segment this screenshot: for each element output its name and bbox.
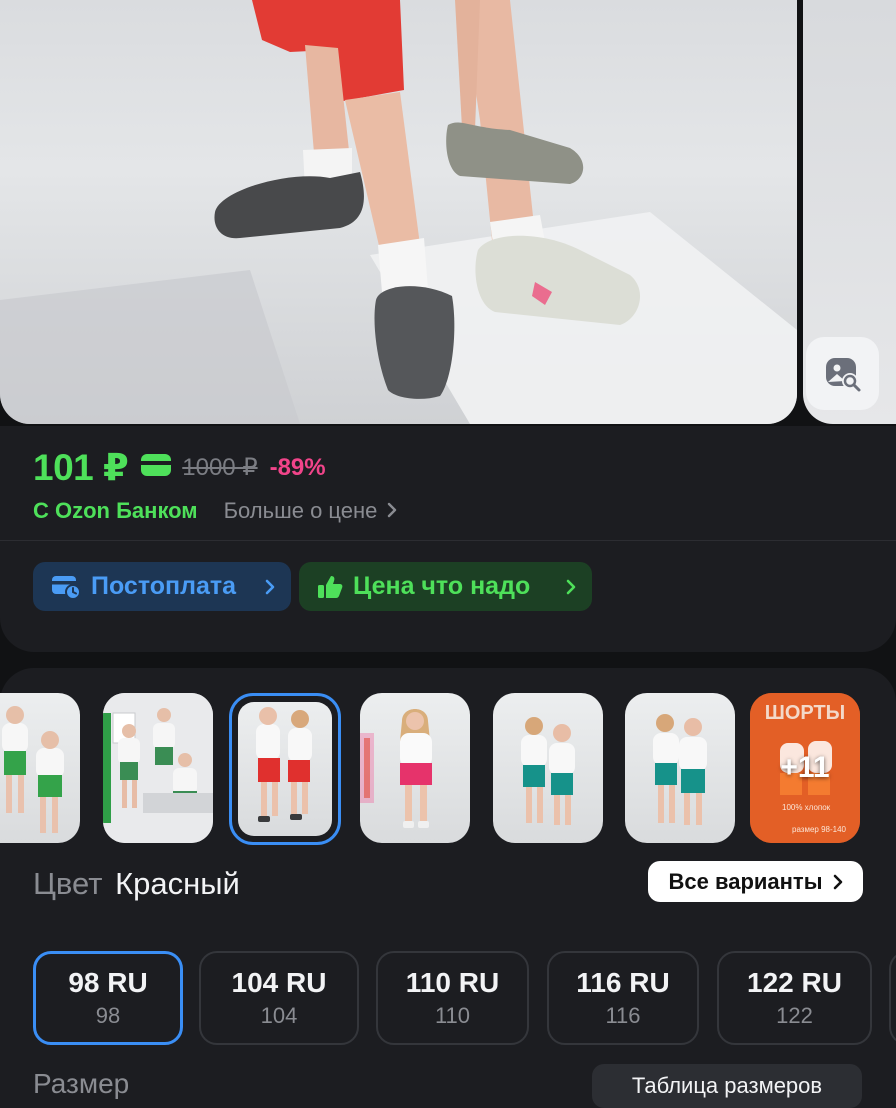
good-price-chip[interactable]: Цена что надо [299, 562, 592, 611]
product-photo[interactable] [0, 0, 797, 424]
chevron-right-icon [265, 579, 275, 595]
postpay-label: Постоплата [91, 572, 237, 600]
old-price: 1000 ₽ [182, 454, 258, 481]
price-details-label: Больше о цене [223, 498, 378, 523]
more-colors-thumbnail[interactable]: ШОРТЫ 100% хлопок размер 98-140 +11 [750, 693, 860, 843]
size-option-116[interactable]: 116 RU 116 [547, 951, 699, 1045]
all-variants-label: Все варианты [668, 868, 823, 894]
size-table-button[interactable]: Таблица размеров [592, 1064, 862, 1108]
product-gallery[interactable] [0, 0, 896, 426]
size-table-label: Таблица размеров [631, 1073, 823, 1098]
divider [0, 540, 896, 541]
color-value: Красный [115, 866, 240, 901]
size-main-label: 98 RU [68, 967, 148, 998]
size-option-98[interactable]: 98 RU 98 [33, 951, 183, 1045]
color-thumbnails: ШОРТЫ 100% хлопок размер 98-140 +11 [0, 693, 896, 845]
size-sub-label: 104 [260, 1003, 298, 1028]
color-thumbnail-selected[interactable] [238, 702, 332, 836]
bank-row: С Ozon Банком Больше о цене [33, 498, 397, 524]
variants-card: ШОРТЫ 100% хлопок размер 98-140 +11 Цвет… [0, 668, 896, 1108]
price-card: 101 ₽ 1000 ₽ -89% С Ozon Банком Больше о… [0, 426, 896, 652]
size-label: Размер [33, 1068, 130, 1099]
size-main-label: 116 RU [576, 967, 670, 998]
color-label: Цвет [33, 866, 103, 901]
chevron-right-icon [387, 498, 397, 524]
chevron-right-icon [833, 874, 843, 890]
color-row: Цвет Красный [33, 866, 240, 902]
size-option-110[interactable]: 110 RU 110 [376, 951, 529, 1045]
size-main-label: 110 RU [405, 967, 500, 998]
image-search-icon [825, 357, 860, 391]
more-colors-count: +11 [780, 751, 830, 784]
discount-badge: -89% [269, 453, 326, 481]
size-main-label: 104 RU [231, 967, 327, 998]
size-sub-label: 110 [434, 1003, 471, 1028]
size-sub-label: 98 [95, 1003, 121, 1028]
color-thumbnail[interactable] [0, 693, 80, 843]
size-main-label: 122 RU [747, 967, 842, 998]
color-thumbnail[interactable] [625, 693, 735, 843]
color-thumbnail[interactable] [493, 693, 603, 843]
bank-card-icon [140, 453, 172, 482]
price-details-link[interactable]: Больше о цене [224, 498, 398, 524]
image-search-button[interactable] [806, 337, 879, 410]
chevron-right-icon [566, 579, 576, 595]
postpay-chip[interactable]: Постоплата [33, 562, 291, 611]
size-sub-label: 116 [605, 1003, 641, 1028]
size-option-next[interactable] [889, 951, 896, 1045]
all-variants-button[interactable]: Все варианты [648, 861, 863, 902]
color-thumbnail[interactable] [360, 693, 470, 843]
good-price-label: Цена что надо [353, 572, 531, 600]
size-sub-label: 122 [776, 1003, 813, 1028]
color-thumbnail[interactable] [103, 693, 213, 843]
ozon-bank-label: С Ozon Банком [33, 498, 198, 523]
thumbs-up-icon [317, 574, 343, 600]
price-row: 101 ₽ 1000 ₽ -89% [33, 446, 326, 489]
current-price: 101 ₽ [33, 447, 129, 488]
size-option-104[interactable]: 104 RU 104 [199, 951, 359, 1045]
size-option-122[interactable]: 122 RU 122 [717, 951, 872, 1045]
postpay-card-clock-icon [51, 574, 81, 600]
